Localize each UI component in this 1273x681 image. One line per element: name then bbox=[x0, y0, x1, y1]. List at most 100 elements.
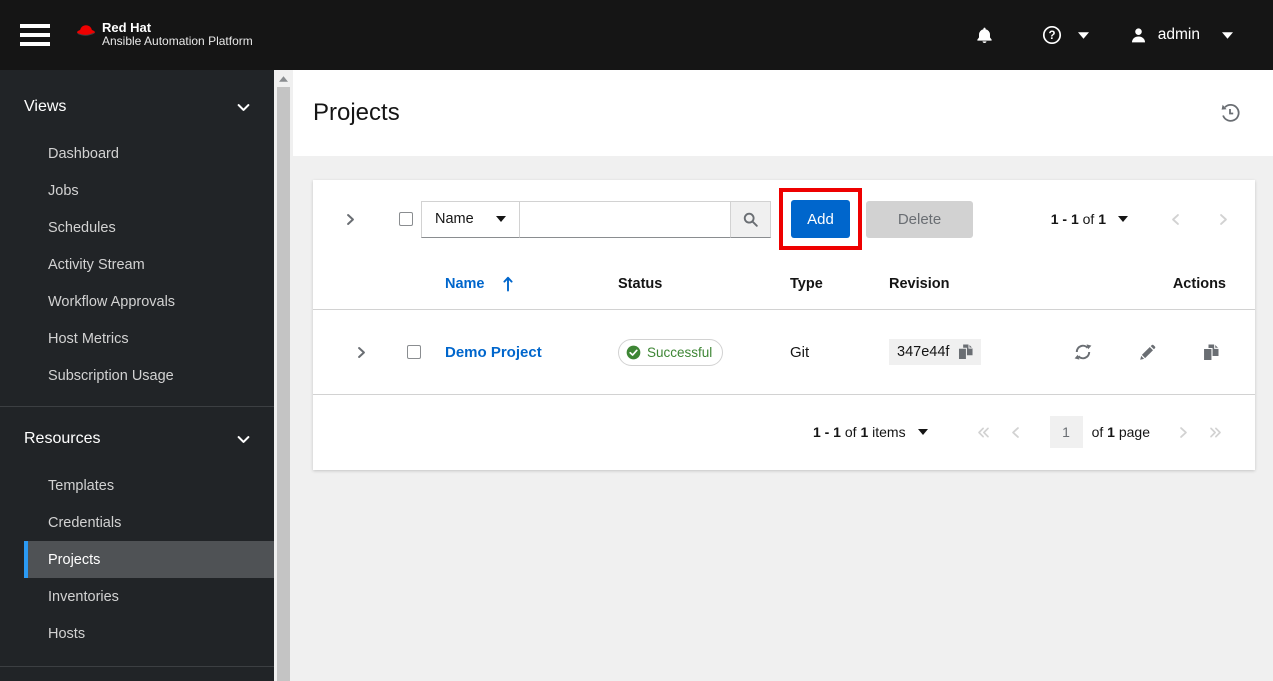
current-page-input[interactable] bbox=[1049, 416, 1083, 448]
table-header-row: Name Status Type Revision Actions bbox=[313, 258, 1255, 310]
nav-group-views-toggle[interactable]: Views bbox=[0, 87, 274, 127]
page-header: Projects bbox=[293, 70, 1273, 156]
projects-list-card: Name Add Delete 1 - 1 of 1 Name Status T… bbox=[313, 180, 1255, 470]
last-page-button[interactable] bbox=[1203, 426, 1227, 439]
copy-revision-button[interactable] bbox=[958, 344, 973, 360]
pencil-icon bbox=[1140, 344, 1156, 360]
angle-double-left-icon bbox=[978, 427, 989, 437]
history-icon bbox=[1221, 103, 1240, 122]
caret-down-icon bbox=[1077, 31, 1089, 39]
copy-project-button[interactable] bbox=[1203, 344, 1219, 361]
row-actions bbox=[1059, 343, 1226, 361]
search-input[interactable] bbox=[520, 200, 731, 238]
sidebar-item-inventories[interactable]: Inventories bbox=[24, 578, 274, 615]
caret-down-icon bbox=[917, 429, 928, 435]
sidebar-item-workflow-approvals[interactable]: Workflow Approvals bbox=[24, 283, 274, 320]
search-icon bbox=[743, 212, 758, 227]
help-icon: ? bbox=[1042, 25, 1061, 45]
status-cell: Successful bbox=[618, 338, 790, 366]
angle-right-icon bbox=[1179, 426, 1187, 438]
sidebar-item-templates[interactable]: Templates bbox=[24, 467, 274, 504]
notifications-button[interactable] bbox=[975, 26, 994, 45]
next-page-button[interactable] bbox=[1211, 213, 1235, 226]
table-row: Demo Project Successful Git 347e44f bbox=[313, 310, 1255, 395]
chevron-right-icon bbox=[347, 213, 354, 225]
prev-page-button[interactable] bbox=[1004, 426, 1028, 439]
sidebar-item-jobs[interactable]: Jobs bbox=[24, 172, 274, 209]
prev-page-button[interactable] bbox=[1163, 213, 1187, 226]
bell-icon bbox=[977, 27, 992, 43]
column-header-actions: Actions bbox=[1172, 275, 1226, 292]
angle-left-icon bbox=[1171, 213, 1179, 225]
nav-items-views: Dashboard Jobs Schedules Activity Stream… bbox=[0, 135, 274, 394]
scrollbar-up-button[interactable] bbox=[274, 70, 293, 87]
column-header-name[interactable]: Name bbox=[445, 276, 618, 292]
brand-logo: Red Hat Ansible Automation Platform bbox=[75, 21, 262, 49]
sort-up-icon bbox=[502, 276, 513, 292]
nav-group-label: Views bbox=[24, 98, 67, 115]
angle-right-icon bbox=[1219, 213, 1227, 225]
caret-down-icon[interactable] bbox=[1118, 216, 1128, 222]
row-expand-button[interactable] bbox=[355, 346, 395, 359]
caret-down-icon bbox=[1222, 31, 1233, 39]
status-badge[interactable]: Successful bbox=[618, 338, 724, 366]
select-all-checkbox[interactable] bbox=[399, 212, 413, 226]
delete-button[interactable]: Delete bbox=[866, 200, 973, 238]
edit-project-button[interactable] bbox=[1139, 344, 1156, 361]
activity-history-button[interactable] bbox=[1220, 103, 1240, 123]
revision-value: 347e44f bbox=[897, 344, 950, 360]
project-name-link[interactable]: Demo Project bbox=[445, 344, 618, 361]
copy-icon bbox=[958, 344, 973, 360]
nav-group-label: Resources bbox=[24, 430, 101, 447]
svg-text:?: ? bbox=[1048, 30, 1055, 42]
sidebar-item-schedules[interactable]: Schedules bbox=[24, 209, 274, 246]
page-count-label: of 1 page bbox=[1091, 424, 1150, 440]
scrollbar-thumb[interactable] bbox=[277, 87, 290, 681]
nav-toggle-button[interactable] bbox=[20, 19, 50, 51]
status-label: Successful bbox=[647, 344, 713, 360]
masthead: Red Hat Ansible Automation Platform ? ad… bbox=[0, 0, 1273, 70]
sidebar-divider bbox=[0, 666, 274, 667]
column-header-revision: Revision bbox=[889, 275, 950, 292]
next-page-button[interactable] bbox=[1171, 426, 1195, 439]
user-menu-button[interactable]: admin bbox=[1129, 26, 1233, 45]
add-button-highlight: Add bbox=[779, 188, 862, 250]
nav-group-views: Views Dashboard Jobs Schedules Activity … bbox=[0, 70, 274, 394]
items-per-page-select[interactable]: 1 - 1 of 1 items bbox=[813, 424, 928, 440]
sidebar-item-hosts[interactable]: Hosts bbox=[24, 615, 274, 652]
chevron-down-icon bbox=[237, 103, 250, 111]
copy-icon bbox=[1203, 344, 1219, 361]
help-menu-button[interactable]: ? bbox=[1042, 25, 1089, 45]
first-page-button[interactable] bbox=[972, 426, 996, 439]
expand-all-button[interactable] bbox=[344, 213, 357, 226]
nav-items-resources: Templates Credentials Projects Inventori… bbox=[0, 467, 274, 652]
sync-project-button[interactable] bbox=[1074, 343, 1092, 361]
add-button[interactable]: Add bbox=[791, 200, 850, 238]
redhat-logo-icon bbox=[77, 25, 95, 36]
sidebar-item-subscription-usage[interactable]: Subscription Usage bbox=[24, 357, 274, 394]
page-title: Projects bbox=[313, 99, 400, 126]
vertical-scrollbar[interactable] bbox=[274, 70, 293, 681]
sidebar-item-dashboard[interactable]: Dashboard bbox=[24, 135, 274, 172]
list-toolbar: Name Add Delete 1 - 1 of 1 bbox=[313, 180, 1255, 258]
angle-left-icon bbox=[1012, 426, 1019, 438]
sidebar-item-credentials[interactable]: Credentials bbox=[24, 504, 274, 541]
angle-double-right-icon bbox=[1209, 427, 1221, 437]
sidebar-item-projects[interactable]: Projects bbox=[24, 541, 274, 578]
revision-chip: 347e44f bbox=[889, 339, 982, 365]
brand-title: Red Hat bbox=[102, 20, 152, 36]
filter-key-select[interactable]: Name bbox=[421, 200, 520, 238]
page-navigation: of 1 page bbox=[972, 416, 1227, 448]
triangle-up-icon bbox=[279, 75, 288, 82]
filter-key-selected: Name bbox=[435, 211, 474, 227]
nav-group-resources-toggle[interactable]: Resources bbox=[0, 419, 274, 459]
pagination-range: 1 - 1 of 1 bbox=[1050, 211, 1106, 227]
row-select-checkbox[interactable] bbox=[407, 345, 421, 359]
user-icon bbox=[1131, 27, 1145, 42]
sidebar-item-activity-stream[interactable]: Activity Stream bbox=[24, 246, 274, 283]
column-header-type: Type bbox=[790, 275, 823, 292]
search-submit-button[interactable] bbox=[731, 200, 771, 238]
brand-subtitle: Ansible Automation Platform bbox=[102, 34, 253, 49]
sidebar-item-host-metrics[interactable]: Host Metrics bbox=[24, 320, 274, 357]
caret-down-icon bbox=[496, 216, 506, 222]
